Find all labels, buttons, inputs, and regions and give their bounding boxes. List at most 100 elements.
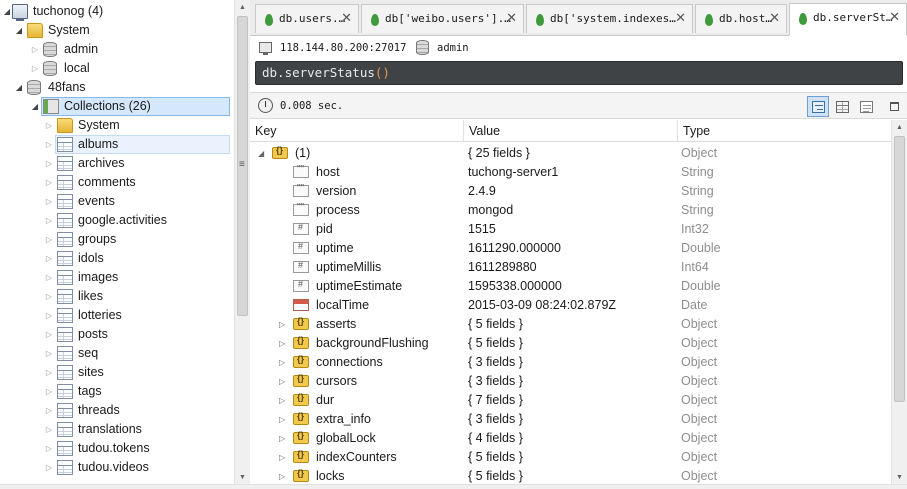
- text-view-button[interactable]: [855, 96, 877, 117]
- column-header-value[interactable]: Value: [464, 120, 678, 142]
- collapsed-arrow-icon[interactable]: ▷: [44, 192, 54, 211]
- grid-row[interactable]: ▷ cursors { 3 fields } Object: [250, 372, 891, 391]
- tree-item[interactable]: ▷ local: [0, 59, 234, 78]
- collapsed-arrow-icon[interactable]: ▷: [44, 401, 54, 420]
- tree-item[interactable]: ▷ tudou.tokens: [0, 439, 234, 458]
- table-view-button[interactable]: [831, 96, 853, 117]
- grid-row[interactable]: ▷ asserts { 5 fields } Object: [250, 315, 891, 334]
- tree-item[interactable]: ◢ Collections (26): [0, 97, 234, 116]
- expanded-arrow-icon[interactable]: ◢: [14, 21, 24, 40]
- tree-item[interactable]: ▷ System: [0, 116, 234, 135]
- close-tab-icon[interactable]: ✕: [341, 11, 352, 26]
- collapsed-arrow-icon[interactable]: ▷: [44, 363, 54, 382]
- close-tab-icon[interactable]: ✕: [506, 11, 517, 26]
- tree-item[interactable]: ▷ posts: [0, 325, 234, 344]
- grid-row[interactable]: pid 1515 Int32: [250, 220, 891, 239]
- scroll-up-button[interactable]: ▲: [235, 0, 250, 14]
- collapsed-arrow-icon[interactable]: ▷: [30, 40, 40, 59]
- collapsed-arrow-icon[interactable]: ▷: [279, 353, 285, 372]
- tree-item[interactable]: ▷ images: [0, 268, 234, 287]
- collapsed-arrow-icon[interactable]: ▷: [279, 372, 285, 391]
- collapsed-arrow-icon[interactable]: ▷: [44, 230, 54, 249]
- collapsed-arrow-icon[interactable]: ▷: [279, 448, 285, 467]
- collapsed-arrow-icon[interactable]: ▷: [44, 458, 54, 477]
- tree-item[interactable]: ▷ sites: [0, 363, 234, 382]
- tree-item[interactable]: ▷ seq: [0, 344, 234, 363]
- collapsed-arrow-icon[interactable]: ▷: [44, 211, 54, 230]
- collapsed-arrow-icon[interactable]: ▷: [44, 287, 54, 306]
- grid-row[interactable]: ◢ (1) { 25 fields } Object: [250, 144, 891, 163]
- scroll-down-button[interactable]: ▼: [235, 470, 250, 484]
- collapsed-arrow-icon[interactable]: ▷: [44, 173, 54, 192]
- close-tab-icon[interactable]: ✕: [889, 10, 900, 25]
- query-parens[interactable]: (): [375, 65, 390, 80]
- grid-row[interactable]: ▷ connections { 3 fields } Object: [250, 353, 891, 372]
- tree-item[interactable]: ▷ lotteries: [0, 306, 234, 325]
- grid-row[interactable]: host tuchong-server1 String: [250, 163, 891, 182]
- expanded-arrow-icon[interactable]: ◢: [30, 97, 40, 116]
- grid-row[interactable]: uptime 1611290.000000 Double: [250, 239, 891, 258]
- collapsed-arrow-icon[interactable]: ▷: [44, 306, 54, 325]
- grid-row[interactable]: ▷ extra_info { 3 fields } Object: [250, 410, 891, 429]
- grid-scrollbar[interactable]: ▲ ▼: [891, 120, 907, 489]
- collapsed-arrow-icon[interactable]: ▷: [30, 59, 40, 78]
- collapsed-arrow-icon[interactable]: ▷: [44, 420, 54, 439]
- query-tab[interactable]: db.serverSt… ✕: [789, 3, 907, 36]
- collapsed-arrow-icon[interactable]: ▷: [44, 135, 54, 154]
- grid-scroll-up-button[interactable]: ▲: [892, 120, 907, 134]
- grid-row[interactable]: ▷ globalLock { 4 fields } Object: [250, 429, 891, 448]
- query-tab[interactable]: db['system.indexes… ✕: [526, 4, 693, 33]
- grid-scroll-thumb[interactable]: [894, 136, 905, 402]
- grid-row[interactable]: uptimeEstimate 1595338.000000 Double: [250, 277, 891, 296]
- tree-item[interactable]: ▷ groups: [0, 230, 234, 249]
- tree-item[interactable]: ▷ likes: [0, 287, 234, 306]
- expanded-arrow-icon[interactable]: ◢: [2, 2, 12, 21]
- collapsed-arrow-icon[interactable]: ▷: [44, 344, 54, 363]
- tree-item[interactable]: ◢ 48fans: [0, 78, 234, 97]
- tree-item[interactable]: ▷ tudou.videos: [0, 458, 234, 477]
- collapsed-arrow-icon[interactable]: ▷: [279, 429, 285, 448]
- collapsed-arrow-icon[interactable]: ▷: [44, 325, 54, 344]
- grid-row[interactable]: ▷ indexCounters { 5 fields } Object: [250, 448, 891, 467]
- tree-item[interactable]: ▷ idols: [0, 249, 234, 268]
- collapsed-arrow-icon[interactable]: ▷: [44, 154, 54, 173]
- tree-item[interactable]: ▷ tags: [0, 382, 234, 401]
- query-tab[interactable]: db['weibo.users'].… ✕: [361, 4, 524, 33]
- collapsed-arrow-icon[interactable]: ▷: [279, 334, 285, 353]
- query-text[interactable]: db.serverStatus: [262, 65, 375, 80]
- expanded-arrow-icon[interactable]: ◢: [258, 144, 264, 163]
- collapsed-arrow-icon[interactable]: ▷: [279, 410, 285, 429]
- collapsed-arrow-icon[interactable]: ▷: [44, 249, 54, 268]
- close-tab-icon[interactable]: ✕: [769, 11, 780, 26]
- tree-view-button[interactable]: [807, 96, 829, 117]
- query-tab[interactable]: db.host… ✕: [695, 4, 787, 33]
- collapsed-arrow-icon[interactable]: ▷: [279, 391, 285, 410]
- grid-row[interactable]: version 2.4.9 String: [250, 182, 891, 201]
- grid-row[interactable]: localTime 2015-03-09 08:24:02.879Z Date: [250, 296, 891, 315]
- collapsed-arrow-icon[interactable]: ▷: [44, 382, 54, 401]
- tree-item[interactable]: ▷ threads: [0, 401, 234, 420]
- column-header-key[interactable]: Key: [250, 120, 464, 142]
- close-tab-icon[interactable]: ✕: [675, 11, 686, 26]
- collapsed-arrow-icon[interactable]: ▷: [279, 315, 285, 334]
- tree-item[interactable]: ▷ admin: [0, 40, 234, 59]
- tree-item[interactable]: ◢ System: [0, 21, 234, 40]
- grid-row[interactable]: ▷ backgroundFlushing { 5 fields } Object: [250, 334, 891, 353]
- splitter-grip-icon[interactable]: ≡: [239, 160, 245, 170]
- expanded-arrow-icon[interactable]: ◢: [14, 78, 24, 97]
- grid-scroll-down-button[interactable]: ▼: [892, 470, 907, 484]
- tree-item[interactable]: ▷ comments: [0, 173, 234, 192]
- query-editor[interactable]: db.serverStatus(): [255, 61, 903, 85]
- grid-row[interactable]: ▷ dur { 7 fields } Object: [250, 391, 891, 410]
- tree-item[interactable]: ◢ tuchonog (4): [0, 2, 234, 21]
- collapsed-arrow-icon[interactable]: ▷: [44, 268, 54, 287]
- grid-row[interactable]: uptimeMillis 1611289880 Int64: [250, 258, 891, 277]
- tree-item[interactable]: ▷ albums: [0, 135, 234, 154]
- tree-item[interactable]: ▷ google.activities: [0, 211, 234, 230]
- grid-row[interactable]: process mongod String: [250, 201, 891, 220]
- tree-item[interactable]: ▷ archives: [0, 154, 234, 173]
- maximize-button[interactable]: [883, 96, 905, 117]
- collapsed-arrow-icon[interactable]: ▷: [44, 439, 54, 458]
- collapsed-arrow-icon[interactable]: ▷: [44, 116, 54, 135]
- tree-item[interactable]: ▷ translations: [0, 420, 234, 439]
